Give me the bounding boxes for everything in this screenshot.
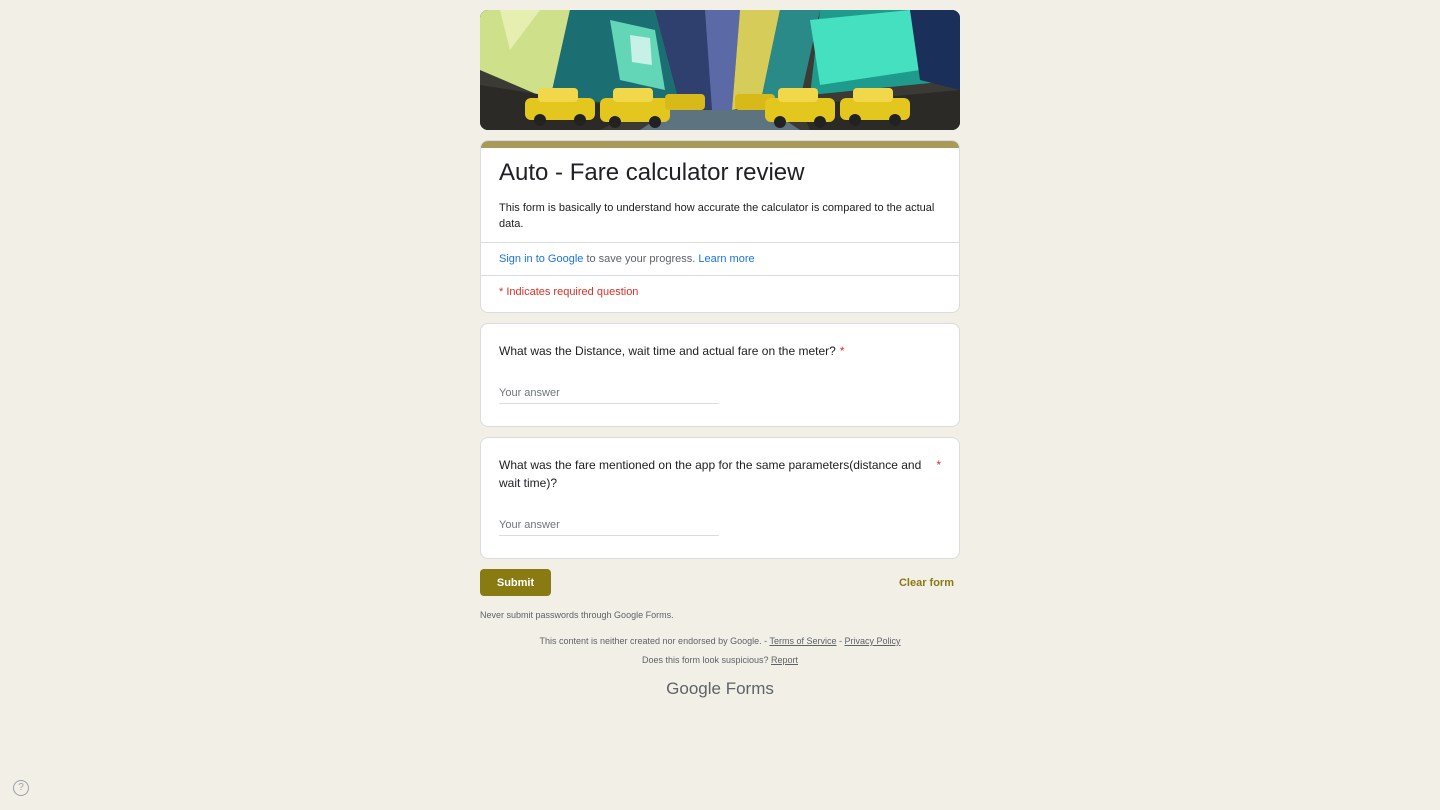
question-card: What was the Distance, wait time and act… — [480, 323, 960, 427]
report-link[interactable]: Report — [771, 655, 798, 665]
terms-link[interactable]: Terms of Service — [769, 636, 836, 646]
signin-text: to save your progress. — [583, 253, 699, 265]
clear-form-button[interactable]: Clear form — [893, 571, 960, 595]
password-warning: Never submit passwords through Google Fo… — [480, 610, 674, 620]
help-icon[interactable]: ? — [13, 780, 29, 796]
answer-input[interactable] — [499, 516, 719, 536]
form-title: Auto - Fare calculator review — [499, 159, 805, 186]
form-actions: Submit Clear form — [480, 569, 960, 596]
banner-illustration — [480, 10, 960, 130]
learn-more-link[interactable]: Learn more — [698, 253, 754, 265]
form-column: Auto - Fare calculator review This form … — [480, 10, 960, 699]
required-note: * Indicates required question — [499, 286, 639, 298]
submit-button[interactable]: Submit — [480, 569, 551, 596]
title-section: Auto - Fare calculator review This form … — [481, 148, 959, 242]
form-page: Auto - Fare calculator review This form … — [0, 0, 1440, 810]
required-star: * — [936, 458, 941, 472]
suspicious-row: Does this form look suspicious? Report — [480, 655, 960, 665]
privacy-link[interactable]: Privacy Policy — [844, 636, 900, 646]
signin-link[interactable]: Sign in to Google — [499, 253, 583, 265]
question-header: What was the fare mentioned on the app f… — [499, 456, 941, 492]
question-header: What was the Distance, wait time and act… — [499, 342, 941, 360]
disclaimer-text: This content is neither created nor endo… — [539, 636, 770, 646]
question-card: What was the fare mentioned on the app f… — [480, 437, 960, 559]
answer-input[interactable] — [499, 384, 719, 404]
required-star: * — [839, 344, 845, 358]
google-forms-logo[interactable]: Google Forms — [480, 679, 960, 699]
question-text: What was the fare mentioned on the app f… — [499, 458, 922, 490]
disclaimer: This content is neither created nor endo… — [480, 636, 960, 646]
form-header-card: Auto - Fare calculator review This form … — [480, 140, 960, 313]
question-text-wrap: What was the Distance, wait time and act… — [499, 342, 845, 360]
question-text: What was the Distance, wait time and act… — [499, 344, 836, 358]
suspicious-text: Does this form look suspicious? — [641, 655, 772, 665]
brand-google: Google — [666, 679, 721, 698]
signin-row: Sign in to Google to save your progress.… — [481, 243, 959, 275]
form-description: This form is basically to understand how… — [499, 202, 935, 230]
title-accent-bar — [481, 141, 959, 148]
header-banner-image — [480, 10, 960, 130]
brand-forms: Forms — [720, 679, 774, 698]
